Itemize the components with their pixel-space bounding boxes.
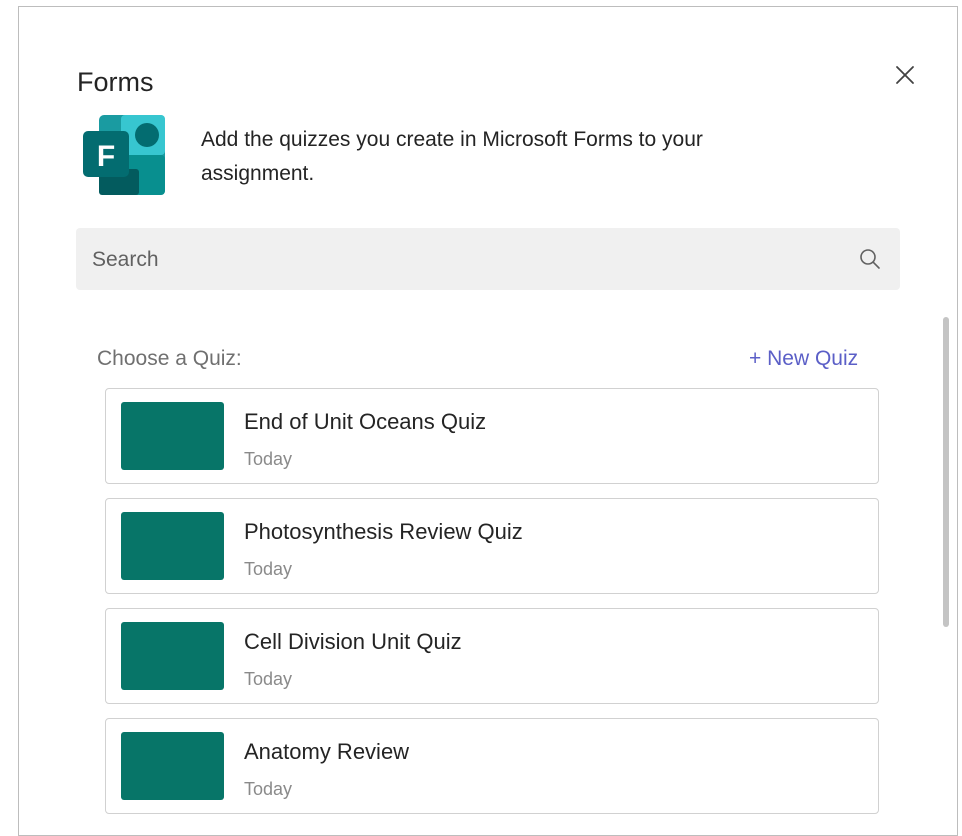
quiz-thumbnail <box>121 512 224 580</box>
dialog-description: Add the quizzes you create in Microsoft … <box>201 128 703 185</box>
quiz-title: Cell Division Unit Quiz <box>244 629 462 654</box>
forms-logo-letter: F <box>97 140 115 173</box>
search-icon[interactable] <box>858 247 882 271</box>
quiz-thumbnail <box>121 732 224 800</box>
forms-app-icon: F <box>81 111 169 197</box>
quiz-date: Today <box>244 669 293 689</box>
quiz-list: End of Unit Oceans Quiz Today Photosynth… <box>105 388 879 828</box>
quiz-title: Anatomy Review <box>244 739 410 764</box>
quiz-title: End of Unit Oceans Quiz <box>244 409 487 434</box>
close-icon[interactable] <box>893 63 917 87</box>
quiz-card[interactable]: Cell Division Unit Quiz Today <box>105 608 879 704</box>
search-box[interactable] <box>76 228 900 292</box>
quiz-card[interactable]: Photosynthesis Review Quiz Today <box>105 498 879 594</box>
quiz-title: Photosynthesis Review Quiz <box>244 519 523 544</box>
quiz-date: Today <box>244 779 293 799</box>
new-quiz-button[interactable]: + New Quiz <box>749 347 858 371</box>
dialog-title: Forms <box>77 67 154 97</box>
scrollbar[interactable] <box>943 317 949 627</box>
quiz-date: Today <box>244 559 293 579</box>
quiz-card[interactable]: Anatomy Review Today <box>105 718 879 814</box>
quiz-date: Today <box>244 449 293 469</box>
quiz-thumbnail <box>121 622 224 690</box>
choose-quiz-label: Choose a Quiz: <box>97 347 242 370</box>
quiz-card[interactable]: End of Unit Oceans Quiz Today <box>105 388 879 484</box>
search-input[interactable] <box>90 228 854 292</box>
forms-dialog: Forms F Add the quizzes you create in Mi… <box>18 6 958 836</box>
quiz-thumbnail <box>121 402 224 470</box>
